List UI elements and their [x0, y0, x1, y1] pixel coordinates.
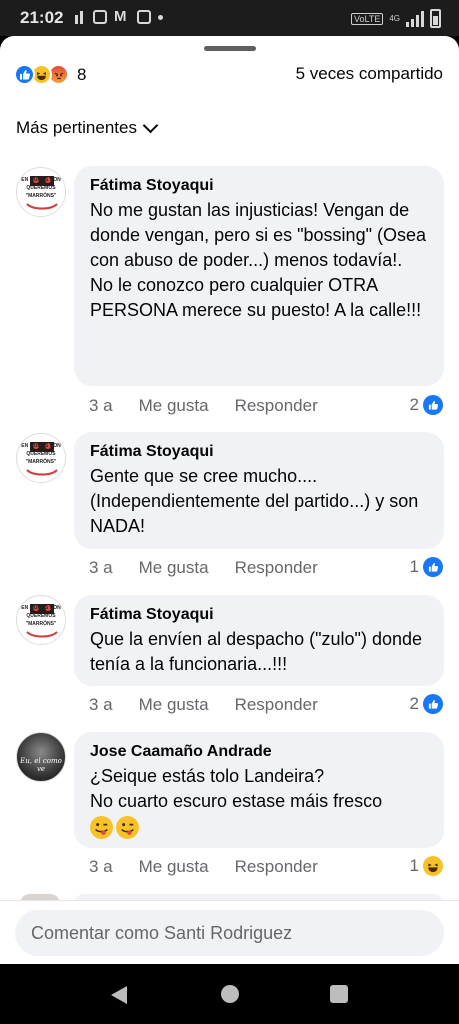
comment-reaction-count[interactable]: 1	[410, 856, 443, 876]
more-notifications-icon	[158, 14, 163, 20]
comments-sheet: 8 5 veces compartido Más pertinentes EN …	[0, 36, 459, 964]
comment-composer-bar	[0, 900, 459, 964]
status-time: 21:02	[20, 8, 64, 27]
comment-timestamp[interactable]: 3 a	[89, 857, 113, 877]
avatar-caption: Eu, el como ve	[20, 757, 62, 773]
like-icon	[423, 694, 443, 714]
like-icon	[423, 395, 443, 415]
status-bar: 21:02 M VoLTE 4G	[0, 0, 459, 36]
system-navigation-bar	[0, 964, 459, 1024]
comment-actions: 3 a Me gusta Responder	[89, 558, 318, 578]
sort-dropdown[interactable]: Más pertinentes	[16, 117, 159, 138]
comment-reaction-count[interactable]: 2	[410, 395, 443, 415]
avatar[interactable]: Eu, el como ve	[16, 732, 66, 782]
comment-timestamp[interactable]: 3 a	[89, 558, 113, 578]
comment-emojis	[90, 816, 428, 839]
battery-icon	[430, 9, 441, 28]
like-button[interactable]: Me gusta	[139, 558, 209, 578]
system-icons: VoLTE 4G	[350, 9, 441, 28]
signal-bars-icon	[74, 10, 86, 24]
avatar[interactable]: EN MUROS NON QUEREMOS "MARRÓNS"	[16, 167, 66, 217]
cell-signal-icon	[406, 10, 424, 27]
comment-bubble[interactable]: Jose Caamaño Andrade ¿Seique estás tolo …	[74, 732, 444, 848]
sort-label: Más pertinentes	[16, 118, 137, 137]
comment-reaction-number: 2	[409, 694, 419, 713]
comment-text: ¿Seique estás tolo Landeira? No cuarto e…	[90, 766, 383, 811]
comment-bubble[interactable]: Fátima Stoyaqui Que la envíen al despach…	[74, 595, 444, 686]
comment-bubble[interactable]: Fátima Stoyaqui No me gustan las injusti…	[74, 166, 444, 386]
winking-tongue-emoji-icon	[90, 816, 113, 839]
network-type: 4G	[389, 14, 400, 23]
reply-button[interactable]: Responder	[235, 857, 318, 877]
recent-apps-icon[interactable]	[330, 985, 348, 1003]
comment-timestamp[interactable]: 3 a	[89, 396, 113, 416]
comment-reaction-number: 1	[409, 856, 419, 875]
avatar-caption: EN MUROS NON QUEREMOS "MARRÓNS"	[21, 443, 61, 465]
drag-handle[interactable]	[204, 46, 256, 51]
comment-actions: 3 a Me gusta Responder	[89, 396, 318, 416]
haha-icon	[423, 856, 443, 876]
comment-reaction-number: 1	[409, 557, 419, 576]
avatar-caption: EN MUROS NON QUEREMOS "MARRÓNS"	[21, 177, 61, 199]
comment-text: No me gustan las injusticias! Vengan de …	[90, 200, 426, 320]
back-icon[interactable]	[111, 986, 127, 1004]
reply-button[interactable]: Responder	[235, 695, 318, 715]
comment-timestamp[interactable]: 3 a	[89, 695, 113, 715]
comment-author[interactable]: Fátima Stoyaqui	[90, 175, 428, 196]
comment-bubble[interactable]: Fátima Stoyaqui Gente que se cree mucho.…	[74, 432, 444, 549]
reply-button[interactable]: Responder	[235, 396, 318, 416]
like-button[interactable]: Me gusta	[139, 396, 209, 416]
gmail-icon: M	[114, 8, 127, 25]
like-button[interactable]: Me gusta	[139, 695, 209, 715]
comment-text: Gente que se cree mucho.... (Independien…	[90, 466, 419, 536]
comment-reaction-count[interactable]: 1	[410, 557, 443, 577]
comment-text: Que la envíen al despacho ("zulo") donde…	[90, 629, 422, 674]
comment-actions: 3 a Me gusta Responder	[89, 695, 318, 715]
instagram-icon	[93, 10, 107, 24]
comment-author[interactable]: Jose Caamaño Andrade	[90, 741, 428, 762]
instagram-icon	[137, 10, 151, 24]
home-icon[interactable]	[221, 985, 239, 1003]
like-reaction-icon	[14, 64, 35, 85]
like-button[interactable]: Me gusta	[139, 857, 209, 877]
avatar[interactable]: EN MUROS NON QUEREMOS "MARRÓNS"	[16, 595, 66, 645]
comment-actions: 3 a Me gusta Responder	[89, 857, 318, 877]
reply-button[interactable]: Responder	[235, 558, 318, 578]
share-count[interactable]: 5 veces compartido	[296, 64, 443, 84]
comment-author[interactable]: Fátima Stoyaqui	[90, 604, 428, 625]
comment-input[interactable]	[15, 910, 444, 956]
reaction-summary[interactable]: 8	[14, 64, 86, 85]
comment-reaction-number: 2	[409, 395, 419, 414]
chevron-down-icon	[142, 117, 159, 133]
avatar-caption: EN MUROS NON QUEREMOS "MARRÓNS"	[21, 605, 61, 627]
winking-tongue-emoji-icon	[116, 816, 139, 839]
comment-reaction-count[interactable]: 2	[410, 694, 443, 714]
volte-icon: VoLTE	[350, 12, 384, 25]
notification-icons: M	[74, 8, 163, 25]
avatar[interactable]: EN MUROS NON QUEREMOS "MARRÓNS"	[16, 433, 66, 483]
reaction-count: 8	[77, 64, 87, 84]
like-icon	[423, 557, 443, 577]
comment-author[interactable]: Fátima Stoyaqui	[90, 441, 428, 462]
